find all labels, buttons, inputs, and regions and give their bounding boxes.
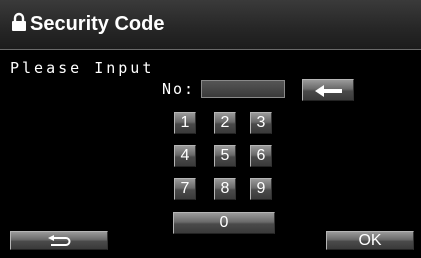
key-0[interactable]: 0	[173, 212, 275, 234]
key-5[interactable]: 5	[214, 145, 236, 167]
lock-icon	[12, 12, 26, 31]
title-bar: Security Code	[0, 0, 421, 50]
security-code-screen: Security Code Please Input No: 1 2 3 4 5…	[0, 0, 421, 258]
page-title: Security Code	[30, 13, 165, 35]
backspace-button[interactable]	[302, 79, 354, 101]
key-3[interactable]: 3	[250, 112, 272, 134]
key-7[interactable]: 7	[174, 178, 196, 200]
key-6[interactable]: 6	[250, 145, 272, 167]
key-2[interactable]: 2	[214, 112, 236, 134]
left-arrow-icon	[315, 85, 342, 97]
code-field-label: No:	[162, 80, 196, 98]
security-code-input[interactable]	[201, 80, 285, 98]
key-1[interactable]: 1	[174, 112, 196, 134]
key-4[interactable]: 4	[174, 145, 196, 167]
input-prompt: Please Input	[10, 59, 155, 77]
ok-button[interactable]: OK	[326, 231, 414, 250]
return-arrow-icon	[48, 235, 71, 246]
key-9[interactable]: 9	[250, 178, 272, 200]
return-button[interactable]	[10, 231, 108, 250]
key-8[interactable]: 8	[214, 178, 236, 200]
